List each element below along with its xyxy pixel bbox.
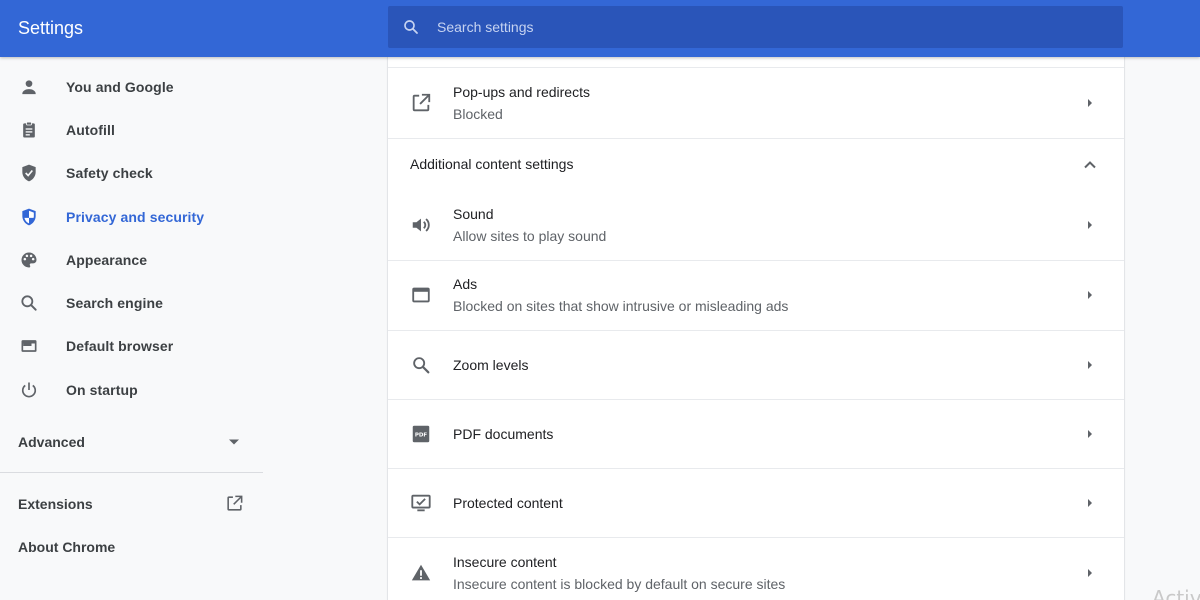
browser-window-icon	[21, 340, 37, 352]
pdf-icon: PDF	[412, 425, 430, 443]
sidebar-item-label: Privacy and security	[66, 209, 205, 225]
ads-window-icon	[412, 287, 430, 303]
shield-check-icon	[22, 164, 36, 182]
search-icon	[404, 20, 418, 34]
sound-row[interactable]: Sound Allow sites to play sound	[388, 190, 1124, 260]
sidebar-item-label: Autofill	[66, 122, 116, 138]
sidebar-item-safety-check[interactable]: Safety check	[0, 153, 263, 193]
additional-content-settings-title: Additional content settings	[410, 156, 574, 172]
ads-row[interactable]: Ads Blocked on sites that show intrusive…	[388, 261, 1124, 330]
arrow-right-icon	[1088, 499, 1092, 507]
sidebar-item-you-and-google[interactable]: You and Google	[0, 67, 263, 107]
advanced-label: Advanced	[18, 434, 85, 450]
arrow-right-icon	[1088, 99, 1092, 107]
row-title: Protected content	[453, 495, 563, 511]
sidebar-item-search-engine[interactable]: Search engine	[0, 283, 263, 323]
speaker-icon	[412, 218, 430, 232]
search-icon	[21, 295, 37, 311]
sidebar: You and Google Autofill Safety check Pri…	[0, 57, 263, 600]
row-subtitle: Allow sites to play sound	[453, 228, 607, 244]
row-title: Insecure content	[453, 554, 557, 570]
top-app-bar: Settings	[0, 0, 1200, 57]
clipboard-icon	[23, 121, 35, 138]
row-title: Pop-ups and redirects	[453, 84, 590, 100]
sidebar-item-label: Appearance	[66, 252, 148, 268]
sidebar-divider	[0, 472, 263, 473]
chevron-down-icon	[229, 439, 239, 445]
row-subtitle: Blocked	[453, 106, 503, 122]
row-subtitle: Blocked on sites that show intrusive or …	[453, 298, 789, 314]
person-icon	[22, 80, 36, 95]
activation-watermark: Activ	[1152, 586, 1200, 600]
search-input[interactable]	[437, 6, 1107, 48]
arrow-right-icon	[1088, 430, 1092, 438]
palette-icon	[21, 252, 37, 268]
row-title: PDF documents	[453, 426, 554, 442]
sidebar-item-appearance[interactable]: Appearance	[0, 240, 263, 280]
row-divider	[388, 138, 1124, 139]
about-chrome-link[interactable]: About Chrome	[18, 539, 115, 555]
row-subtitle: Insecure content is blocked by default o…	[453, 576, 786, 592]
sidebar-item-default-browser[interactable]: Default browser	[0, 326, 263, 366]
advanced-toggle[interactable]: Advanced	[0, 422, 263, 462]
arrow-right-icon	[1088, 361, 1092, 369]
arrow-right-icon	[1088, 221, 1092, 229]
sidebar-item-label: Search engine	[66, 295, 164, 311]
sidebar-item-label: You and Google	[66, 79, 174, 95]
sidebar-item-label: On startup	[66, 382, 138, 398]
sidebar-item-label: Default browser	[66, 338, 174, 354]
protected-content-row[interactable]: Protected content	[388, 469, 1124, 537]
svg-text:PDF: PDF	[415, 432, 428, 438]
search-box[interactable]	[388, 6, 1123, 48]
open-in-new-icon[interactable]	[225, 494, 244, 513]
arrow-right-icon	[1088, 291, 1092, 299]
arrow-right-icon	[1088, 569, 1092, 577]
shield-icon	[22, 208, 36, 226]
sidebar-item-on-startup[interactable]: On startup	[0, 370, 263, 410]
sidebar-item-autofill[interactable]: Autofill	[0, 110, 263, 150]
sidebar-item-label: Safety check	[66, 165, 153, 181]
power-icon	[21, 382, 37, 398]
row-title: Sound	[453, 206, 494, 222]
magnifier-icon	[413, 357, 430, 374]
zoom-levels-row[interactable]: Zoom levels	[388, 331, 1124, 399]
warning-icon	[411, 564, 431, 581]
popups-row[interactable]: Pop-ups and redirects Blocked	[388, 68, 1124, 138]
pdf-documents-row[interactable]: PDF PDF documents	[388, 400, 1124, 468]
extensions-link[interactable]: Extensions	[18, 496, 93, 512]
row-title: Ads	[453, 276, 478, 292]
sidebar-item-privacy-and-security[interactable]: Privacy and security	[0, 197, 263, 237]
row-title: Zoom levels	[453, 357, 529, 373]
app-title: Settings	[18, 18, 84, 38]
chevron-up-icon[interactable]	[1083, 158, 1097, 172]
open-in-new-icon	[412, 93, 431, 112]
insecure-content-row[interactable]: Insecure content Insecure content is blo…	[388, 538, 1124, 600]
content-settings-card: Pop-ups and redirects Blocked Additional…	[388, 57, 1124, 600]
protected-monitor-icon	[411, 494, 431, 512]
